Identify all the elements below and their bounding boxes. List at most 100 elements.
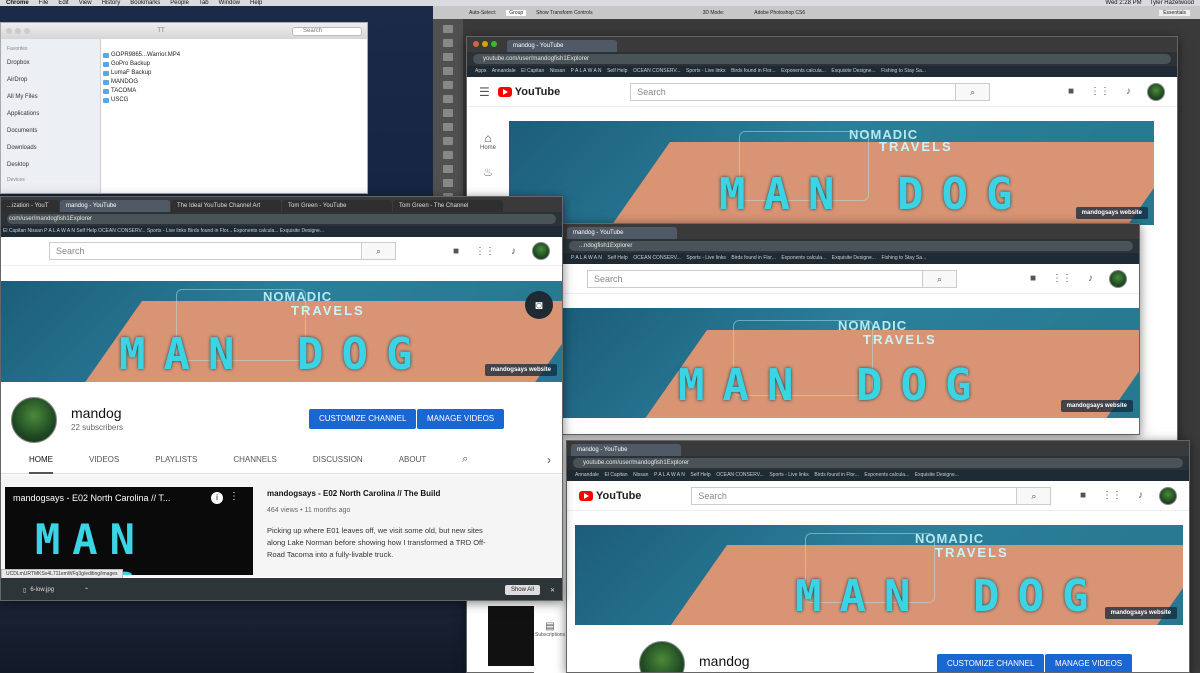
banner-website-link[interactable]: mandogsays website (1104, 607, 1177, 619)
apps-grid-icon[interactable]: ⋮⋮ (1090, 86, 1110, 97)
username[interactable]: Tyler Hazelwood (1150, 0, 1194, 6)
menu-edit[interactable]: Edit (58, 0, 68, 6)
bell-icon[interactable]: ♪ (1088, 273, 1093, 284)
avatar[interactable] (1147, 82, 1165, 101)
apps-grid-icon[interactable]: ⋮⋮ (1052, 273, 1072, 284)
bookmark-item[interactable]: Self Help (607, 255, 627, 261)
search-icon[interactable]: ⌕ (922, 270, 956, 287)
bookmark-item[interactable]: Exponents calcula... (864, 472, 909, 478)
move-tool-icon[interactable] (443, 25, 453, 33)
bell-icon[interactable]: ♪ (1138, 490, 1143, 501)
tab-playlists[interactable]: PLAYLISTS (155, 455, 197, 464)
menu-bookmarks[interactable]: Bookmarks (130, 0, 160, 6)
sidebar-item-documents[interactable]: Documents (7, 123, 94, 140)
sidebar-item-applications[interactable]: Applications (7, 106, 94, 123)
wand-tool-icon[interactable] (443, 67, 453, 75)
bookmark-item[interactable]: Self Help (607, 68, 627, 74)
finder-search[interactable]: Search (292, 26, 362, 36)
subscriptions-label[interactable]: Subscriptions (534, 632, 566, 638)
bookmark-item[interactable]: P A L A W A N (571, 255, 602, 261)
list-item[interactable]: MANDOG (103, 78, 203, 87)
tab-item[interactable]: Tom Green - The Channel (393, 200, 503, 212)
bookmark-item[interactable]: Sports - Live links (769, 472, 808, 478)
subscriptions-icon[interactable]: ▤ (534, 621, 566, 632)
tab-discussion[interactable]: DISCUSSION (313, 455, 363, 464)
menu-help[interactable]: Help (250, 0, 262, 6)
camera-icon[interactable]: ◙ (525, 291, 553, 319)
banner-website-link[interactable]: mandogsays website (1075, 207, 1148, 219)
bookmark-item[interactable]: OCEAN CONSERV... (716, 472, 764, 478)
video-thumbnail[interactable]: mandogsays - E02 North Carolina // T... … (5, 487, 253, 575)
apps-grid-icon[interactable]: ⋮⋮ (475, 246, 495, 257)
manage-videos-button[interactable]: MANAGE VIDEOS (1045, 654, 1133, 672)
sidebar-item-airdrop[interactable]: AirDrop (7, 72, 94, 89)
tab-item[interactable]: Tom Green - YouTube (282, 200, 392, 212)
tab-mandog[interactable]: mandog - YouTube (507, 40, 617, 52)
bookmark-item[interactable]: Self Help (690, 472, 710, 478)
menu-tab[interactable]: Tab (199, 0, 209, 6)
eyedropper-tool-icon[interactable] (443, 95, 453, 103)
manage-videos-button-front[interactable]: MANAGE VIDEOS (417, 409, 505, 429)
bookmark-item[interactable]: Sports - Live links (686, 68, 725, 74)
lasso-tool-icon[interactable] (443, 53, 453, 61)
bookmark-item[interactable]: OCEAN CONSERV... (633, 68, 681, 74)
list-item[interactable]: GOPR9865...Warrior.MP4 (103, 51, 203, 60)
tab-mandog-front[interactable]: mandog - YouTube (60, 200, 170, 212)
bookmark-item[interactable]: Annandale (492, 68, 516, 74)
workspace-select[interactable]: Essentials (1159, 9, 1190, 16)
address-input-middle[interactable]: ...ndogfish1Explorer (569, 241, 1133, 251)
menu-app[interactable]: Chrome (6, 0, 29, 6)
bookmark-item[interactable]: El Capitan (604, 472, 627, 478)
more-vert-icon[interactable]: ⋮ (229, 491, 239, 502)
list-item[interactable]: USCG (103, 96, 203, 105)
info-icon[interactable]: i (211, 492, 223, 504)
bell-icon[interactable]: ♪ (511, 246, 516, 257)
bell-icon[interactable]: ♪ (1126, 86, 1131, 97)
marquee-tool-icon[interactable] (443, 39, 453, 47)
address-input[interactable]: youtube.com/user/mandogfish1Explorer (473, 54, 1171, 64)
menu-icon[interactable]: ☰ (479, 85, 490, 99)
text-tool-icon[interactable] (443, 165, 453, 173)
banner-website-link[interactable]: mandogsays website (1060, 400, 1133, 412)
search-icon[interactable]: ⌕ (361, 243, 395, 259)
stamp-tool-icon[interactable] (443, 123, 453, 131)
close-icon[interactable]: ✕ (550, 587, 555, 594)
home-label[interactable]: Home (467, 145, 509, 151)
chevron-right-icon[interactable]: › (547, 453, 551, 467)
video-thumb-strip[interactable] (488, 606, 534, 666)
search-input-front[interactable]: Search ⌕ (49, 242, 396, 260)
tab-item[interactable]: ...ization - YouT (1, 200, 59, 212)
bookmark-item[interactable]: Birds found in Flor... (814, 472, 858, 478)
bookmark-item[interactable]: Nissan (550, 68, 565, 74)
bookmark-item[interactable]: P A L A W A N (571, 68, 602, 74)
list-item[interactable]: TACOMA (103, 87, 203, 96)
bookmark-item[interactable]: Exquisite Designe... (832, 255, 876, 261)
pen-tool-icon[interactable] (443, 179, 453, 187)
avatar[interactable] (1109, 269, 1127, 288)
bookmarks-bar-front[interactable]: El Capitan Nissan P A L A W A N Self Hel… (1, 226, 562, 237)
bookmark-item[interactable]: El Capitan (521, 68, 544, 74)
list-item[interactable]: GoPro Backup (103, 60, 203, 69)
bookmark-item[interactable]: Apps (475, 68, 486, 74)
download-caret-icon[interactable]: ⌃ (84, 587, 89, 594)
sidebar-item-all-files[interactable]: All My Files (7, 89, 94, 106)
menu-history[interactable]: History (102, 0, 121, 6)
avatar[interactable] (532, 242, 550, 260)
tab-mandog-middle[interactable]: mandog - YouTube (567, 227, 677, 239)
bookmark-item[interactable]: Fishing to Stay Sa... (881, 68, 926, 74)
bookmark-item[interactable]: Annandale (575, 472, 599, 478)
menu-view[interactable]: View (79, 0, 92, 6)
bookmark-item[interactable]: P A L A W A N (654, 472, 685, 478)
tab-channels[interactable]: CHANNELS (233, 455, 277, 464)
tab-item[interactable]: The Ideal YouTube Channel Art (171, 200, 281, 212)
apps-grid-icon[interactable]: ⋮⋮ (1102, 490, 1122, 501)
tab-about[interactable]: ABOUT (399, 455, 427, 464)
channel-avatar[interactable] (639, 641, 685, 672)
bookmark-item[interactable]: Birds found in Flor... (731, 255, 775, 261)
bookmark-item[interactable]: Fishing to Stay Sa... (882, 255, 927, 261)
download-file[interactable]: 6-low.jpg (30, 587, 54, 593)
search-icon[interactable]: ⌕ (955, 83, 990, 100)
eraser-tool-icon[interactable] (443, 137, 453, 145)
search-icon[interactable]: ⌕ (1016, 487, 1051, 504)
avatar[interactable] (1159, 486, 1177, 505)
